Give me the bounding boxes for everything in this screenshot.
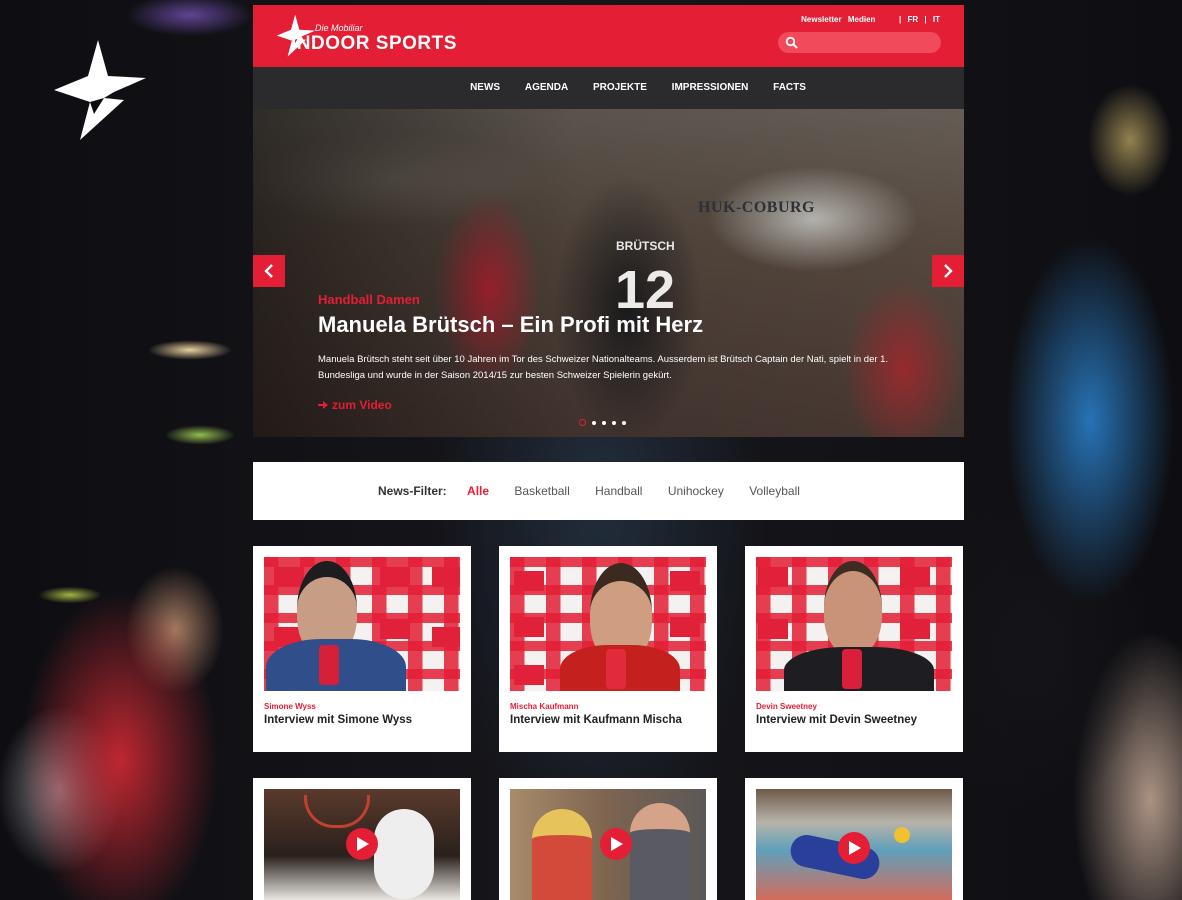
brand-name: INDOOR SPORTS [291, 33, 457, 54]
jersey-name: BRÜTSCH [616, 239, 675, 253]
filter-basketball[interactable]: Basketball [514, 484, 569, 498]
arrow-right-icon [318, 401, 328, 409]
slider-dot[interactable] [592, 420, 596, 425]
interviewee-head [824, 561, 882, 655]
slider-dot[interactable] [612, 420, 616, 425]
play-button[interactable] [346, 828, 378, 860]
lang-separator: | [899, 15, 902, 24]
video-card[interactable] [499, 778, 717, 900]
slider-dot[interactable] [602, 420, 606, 425]
main-nav: NEWS AGENDA PROJEKTE IMPRESSIONEN FACTS [253, 67, 964, 109]
chevron-left-icon [264, 264, 273, 278]
lang-it[interactable]: IT [933, 15, 940, 24]
video-card[interactable] [253, 778, 471, 900]
brand-sponsor: Die Mobiliar [315, 23, 363, 33]
search-box[interactable] [778, 32, 941, 53]
nav-agenda[interactable]: AGENDA [525, 67, 568, 109]
nav-news[interactable]: NEWS [470, 67, 500, 109]
microphone [319, 645, 339, 685]
nav-facts[interactable]: FACTS [773, 67, 806, 109]
lang-fr[interactable]: FR [908, 15, 919, 24]
player-shape [374, 809, 434, 899]
slider-next-button[interactable] [932, 255, 964, 287]
card-title[interactable]: Interview mit Devin Sweetney [756, 714, 917, 726]
filter-handball[interactable]: Handball [595, 484, 642, 498]
search-icon [785, 36, 798, 49]
video-thumbnail[interactable] [264, 789, 460, 900]
video-thumbnail[interactable] [756, 789, 952, 900]
microphone [842, 649, 862, 689]
player-shape [787, 831, 883, 883]
person-shape [532, 809, 592, 900]
hero-video-link[interactable]: zum Video [318, 398, 392, 412]
person-shape [630, 803, 690, 900]
play-button[interactable] [838, 832, 870, 864]
slider-prev-button[interactable] [253, 255, 285, 287]
play-icon [849, 841, 861, 855]
volleyball [894, 827, 910, 843]
chevron-right-icon [944, 264, 953, 278]
star-logo-icon [54, 40, 146, 140]
filter-alle[interactable]: Alle [467, 484, 489, 498]
video-card[interactable] [745, 778, 963, 900]
news-card[interactable]: Devin Sweetney Interview mit Devin Sweet… [745, 546, 963, 752]
filter-unihockey[interactable]: Unihockey [668, 484, 724, 498]
news-filter: News-Filter: Alle Basketball Handball Un… [253, 462, 964, 520]
hero-category: Handball Damen [318, 292, 420, 307]
search-input[interactable] [802, 34, 936, 52]
card-thumbnail[interactable] [264, 557, 460, 691]
top-links: Newsletter Medien DE | FR | IT [797, 15, 940, 24]
nav-impressionen[interactable]: IMPRESSIONEN [672, 67, 749, 109]
card-thumbnail[interactable] [510, 557, 706, 691]
microphone [606, 649, 626, 689]
site-container: Die Mobiliar INDOOR SPORTS Newsletter Me… [253, 5, 964, 437]
hero-title: Manuela Brütsch – Ein Profi mit Herz [318, 312, 704, 337]
card-category: Mischa Kaufmann [510, 702, 579, 711]
medien-link[interactable]: Medien [848, 15, 876, 24]
card-title[interactable]: Interview mit Simone Wyss [264, 714, 412, 726]
news-card[interactable]: Mischa Kaufmann Interview mit Kaufmann M… [499, 546, 717, 752]
lang-separator: | [924, 15, 927, 24]
brand-logo[interactable]: Die Mobiliar INDOOR SPORTS [275, 13, 456, 63]
filter-label: News-Filter: [378, 484, 447, 498]
play-button[interactable] [600, 828, 632, 860]
play-icon [357, 837, 369, 851]
hero-backdrop-text: HUK-COBURG [698, 199, 815, 216]
hero-video-link-label: zum Video [332, 398, 392, 412]
basketball-hoop [304, 795, 370, 828]
news-card[interactable]: Simone Wyss Interview mit Simone Wyss [253, 546, 471, 752]
slider-dot[interactable] [579, 419, 586, 427]
nav-projekte[interactable]: PROJEKTE [593, 67, 647, 109]
slider-dot[interactable] [622, 420, 626, 425]
slider-dots [579, 414, 632, 427]
hero-slider[interactable]: HUK-COBURG BRÜTSCH 12 Handball Damen Man… [253, 109, 964, 437]
card-category: Devin Sweetney [756, 702, 817, 711]
newsletter-link[interactable]: Newsletter [801, 15, 841, 24]
card-thumbnail[interactable] [756, 557, 952, 691]
hero-description: Manuela Brütsch steht seit über 10 Jahre… [318, 354, 889, 381]
filter-volleyball[interactable]: Volleyball [749, 484, 800, 498]
lang-de[interactable]: DE [882, 15, 893, 24]
header: Die Mobiliar INDOOR SPORTS Newsletter Me… [253, 5, 964, 67]
card-title[interactable]: Interview mit Kaufmann Mischa [510, 714, 682, 726]
video-thumbnail[interactable] [510, 789, 706, 900]
card-category: Simone Wyss [264, 702, 316, 711]
play-icon [611, 837, 623, 851]
